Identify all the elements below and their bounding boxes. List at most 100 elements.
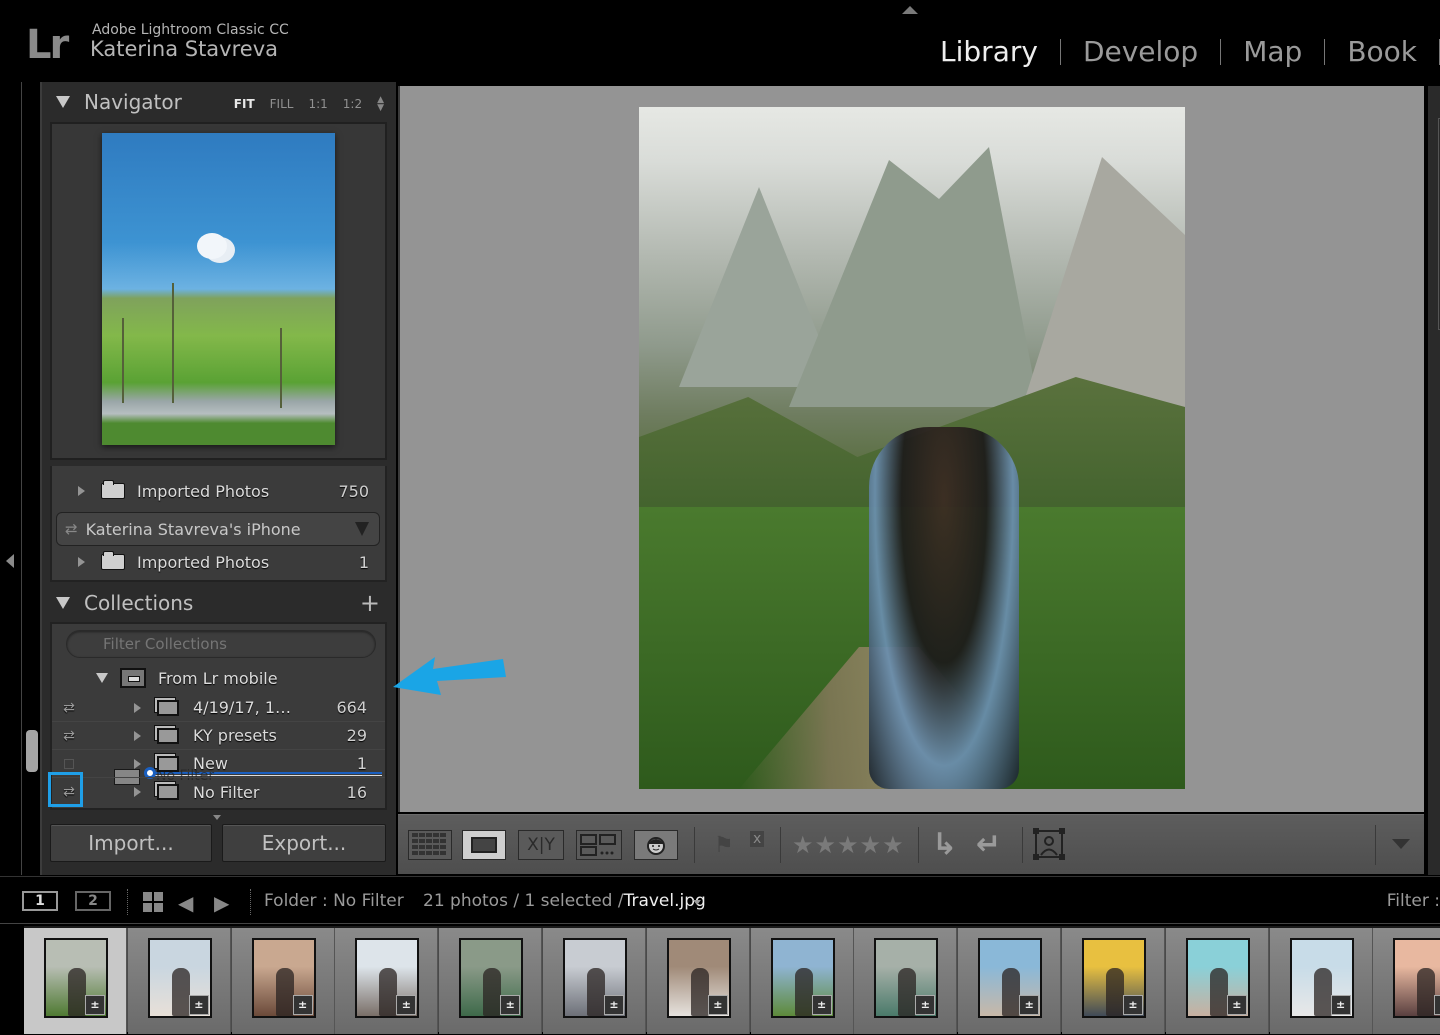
- module-book[interactable]: Book: [1325, 34, 1439, 70]
- filmstrip-cell[interactable]: ±: [1269, 928, 1373, 1034]
- filmstrip-cell[interactable]: ±: [127, 928, 231, 1034]
- source-label[interactable]: Folder : No Filter: [264, 891, 404, 911]
- module-library[interactable]: Library: [918, 34, 1060, 70]
- thumbnail-sunset-cliff[interactable]: ±: [1393, 938, 1440, 1018]
- filmstrip-cell[interactable]: ±: [231, 928, 335, 1034]
- filter-collections-input[interactable]: [66, 630, 376, 658]
- collapse-left-panel-icon[interactable]: [6, 554, 14, 568]
- navigator-header[interactable]: Navigator FIT FILL 1:1 1:2 ▲ ▼: [42, 84, 394, 120]
- thumbnail-stone-archway[interactable]: ±: [251, 938, 316, 1018]
- disclosure-triangle-icon[interactable]: [96, 673, 108, 683]
- filmstrip-cell[interactable]: ±: [439, 928, 543, 1034]
- sync-icon[interactable]: ⇄: [60, 700, 78, 716]
- folder-row[interactable]: Imported Photos 1: [52, 548, 385, 576]
- sync-checkbox[interactable]: [64, 758, 74, 769]
- filmstrip-cell[interactable]: ±: [1165, 928, 1269, 1034]
- compare-view-button[interactable]: X|Y: [518, 830, 564, 860]
- filmstrip-cell[interactable]: ±: [24, 928, 127, 1034]
- filmstrip-cell[interactable]: ±: [958, 928, 1062, 1034]
- draw-face-region-button[interactable]: [1032, 827, 1066, 861]
- develop-adjustments-badge-icon[interactable]: ±: [396, 995, 417, 1015]
- develop-adjustments-badge-icon[interactable]: ±: [604, 995, 624, 1015]
- navigator-thumbnail[interactable]: [102, 133, 335, 445]
- thumbnail-window-sea[interactable]: ±: [978, 938, 1043, 1018]
- thumbnail-white-city[interactable]: ±: [147, 938, 212, 1018]
- survey-view-button[interactable]: [576, 830, 622, 860]
- module-develop[interactable]: Develop: [1061, 34, 1220, 70]
- thumbnail-mountain-field[interactable]: ±: [44, 938, 108, 1018]
- thumbnail-cathedral[interactable]: ±: [563, 938, 627, 1018]
- folder-row[interactable]: Imported Photos 750: [52, 477, 385, 505]
- thumbnail-beach-sand[interactable]: ±: [666, 938, 731, 1018]
- source-dropdown-icon[interactable]: [693, 900, 701, 905]
- filmstrip-cell[interactable]: ±: [1373, 928, 1440, 1034]
- export-button[interactable]: Export...: [222, 824, 386, 862]
- grid-view-button[interactable]: [408, 830, 452, 860]
- volume-dropdown-icon[interactable]: [355, 522, 369, 536]
- left-panel-scrollbar[interactable]: [26, 730, 38, 772]
- people-view-button[interactable]: [634, 830, 678, 860]
- main-photo[interactable]: [639, 107, 1185, 789]
- import-button[interactable]: Import...: [50, 824, 212, 862]
- loupe-view-area[interactable]: [398, 86, 1424, 812]
- thumbnail-waterfall[interactable]: ±: [459, 938, 524, 1018]
- filter-label[interactable]: Filter :: [1387, 891, 1440, 911]
- back-arrow-icon[interactable]: ◀: [178, 891, 193, 915]
- collection-row[interactable]: New 1: [52, 750, 385, 778]
- plus-icon[interactable]: +: [360, 589, 380, 617]
- thumbnail-waterfall-2[interactable]: ±: [874, 938, 939, 1018]
- reject-flag-icon[interactable]: x: [750, 831, 765, 847]
- zoom-stepper-icon[interactable]: ▲ ▼: [377, 96, 384, 113]
- develop-adjustments-badge-icon[interactable]: ±: [811, 995, 832, 1015]
- rotate-clockwise-icon[interactable]: ↳: [932, 827, 957, 862]
- grid-view-icon[interactable]: [143, 892, 163, 912]
- sync-icon[interactable]: ⇄: [60, 728, 78, 744]
- develop-adjustments-badge-icon[interactable]: ±: [1226, 995, 1247, 1015]
- expand-icon[interactable]: [78, 557, 85, 567]
- develop-adjustments-badge-icon[interactable]: ±: [292, 995, 313, 1015]
- volume-header[interactable]: ⇄ Katerina Stavreva's iPhone: [56, 512, 380, 546]
- develop-adjustments-badge-icon[interactable]: ±: [1123, 995, 1143, 1015]
- zoom-fill[interactable]: FILL: [270, 97, 294, 111]
- collections-header[interactable]: Collections +: [42, 585, 394, 621]
- zoom-1-2[interactable]: 1:2: [343, 97, 362, 111]
- thumbnail-opera-house[interactable]: ±: [355, 938, 420, 1018]
- thumbnail-pool-palms[interactable]: ±: [1185, 938, 1250, 1018]
- develop-adjustments-badge-icon[interactable]: ±: [707, 995, 728, 1015]
- collection-row[interactable]: ⇄ KY presets 29: [52, 722, 385, 750]
- navigator-preview[interactable]: [50, 122, 387, 460]
- filmstrip-cell[interactable]: ±: [1062, 928, 1165, 1034]
- zoom-fit[interactable]: FIT: [234, 97, 255, 111]
- develop-adjustments-badge-icon[interactable]: ±: [85, 995, 105, 1015]
- expand-icon[interactable]: [78, 486, 85, 496]
- loupe-view-button[interactable]: [462, 830, 506, 860]
- zoom-1-1[interactable]: 1:1: [308, 97, 327, 111]
- thumbnail-times-square[interactable]: ±: [1082, 938, 1146, 1018]
- secondary-window-button[interactable]: 2: [75, 891, 111, 911]
- develop-adjustments-badge-icon[interactable]: ±: [1434, 995, 1440, 1015]
- pick-flag-icon[interactable]: ⚑: [714, 833, 734, 858]
- thumbnail-santorini[interactable]: ±: [1289, 938, 1354, 1018]
- disclosure-triangle-icon[interactable]: [56, 597, 70, 609]
- forward-arrow-icon[interactable]: ▶: [214, 891, 229, 915]
- main-window-button[interactable]: 1: [22, 891, 58, 911]
- develop-adjustments-badge-icon[interactable]: ±: [188, 995, 209, 1015]
- filmstrip[interactable]: ± ± ± ± ± ± ± ± ± ± ± ± ± ±: [24, 926, 1440, 1034]
- collection-row[interactable]: ⇄ No Filter 16: [52, 778, 385, 806]
- filmstrip-cell[interactable]: ±: [646, 928, 750, 1034]
- thumbnail-green-hills-sheep[interactable]: ±: [770, 938, 835, 1018]
- develop-adjustments-badge-icon[interactable]: ±: [1330, 995, 1351, 1015]
- rotate-counterclockwise-icon[interactable]: ↵: [976, 827, 1001, 862]
- collection-set-row[interactable]: From Lr mobile: [52, 664, 385, 692]
- filmstrip-cell[interactable]: ±: [750, 928, 854, 1034]
- collapse-top-panel-icon[interactable]: [902, 6, 918, 14]
- filmstrip-cell[interactable]: ±: [854, 928, 958, 1034]
- star-rating[interactable]: ★★★★★: [792, 831, 905, 859]
- filmstrip-cell[interactable]: ±: [543, 928, 646, 1034]
- selection-status[interactable]: 21 photos / 1 selected /Travel.jpg: [423, 891, 706, 911]
- develop-adjustments-badge-icon[interactable]: ±: [915, 995, 936, 1015]
- module-map[interactable]: Map: [1221, 34, 1324, 70]
- filmstrip-cell[interactable]: ±: [335, 928, 439, 1034]
- disclosure-triangle-icon[interactable]: [56, 96, 70, 108]
- toolbar-content-dropdown-icon[interactable]: [1392, 839, 1410, 849]
